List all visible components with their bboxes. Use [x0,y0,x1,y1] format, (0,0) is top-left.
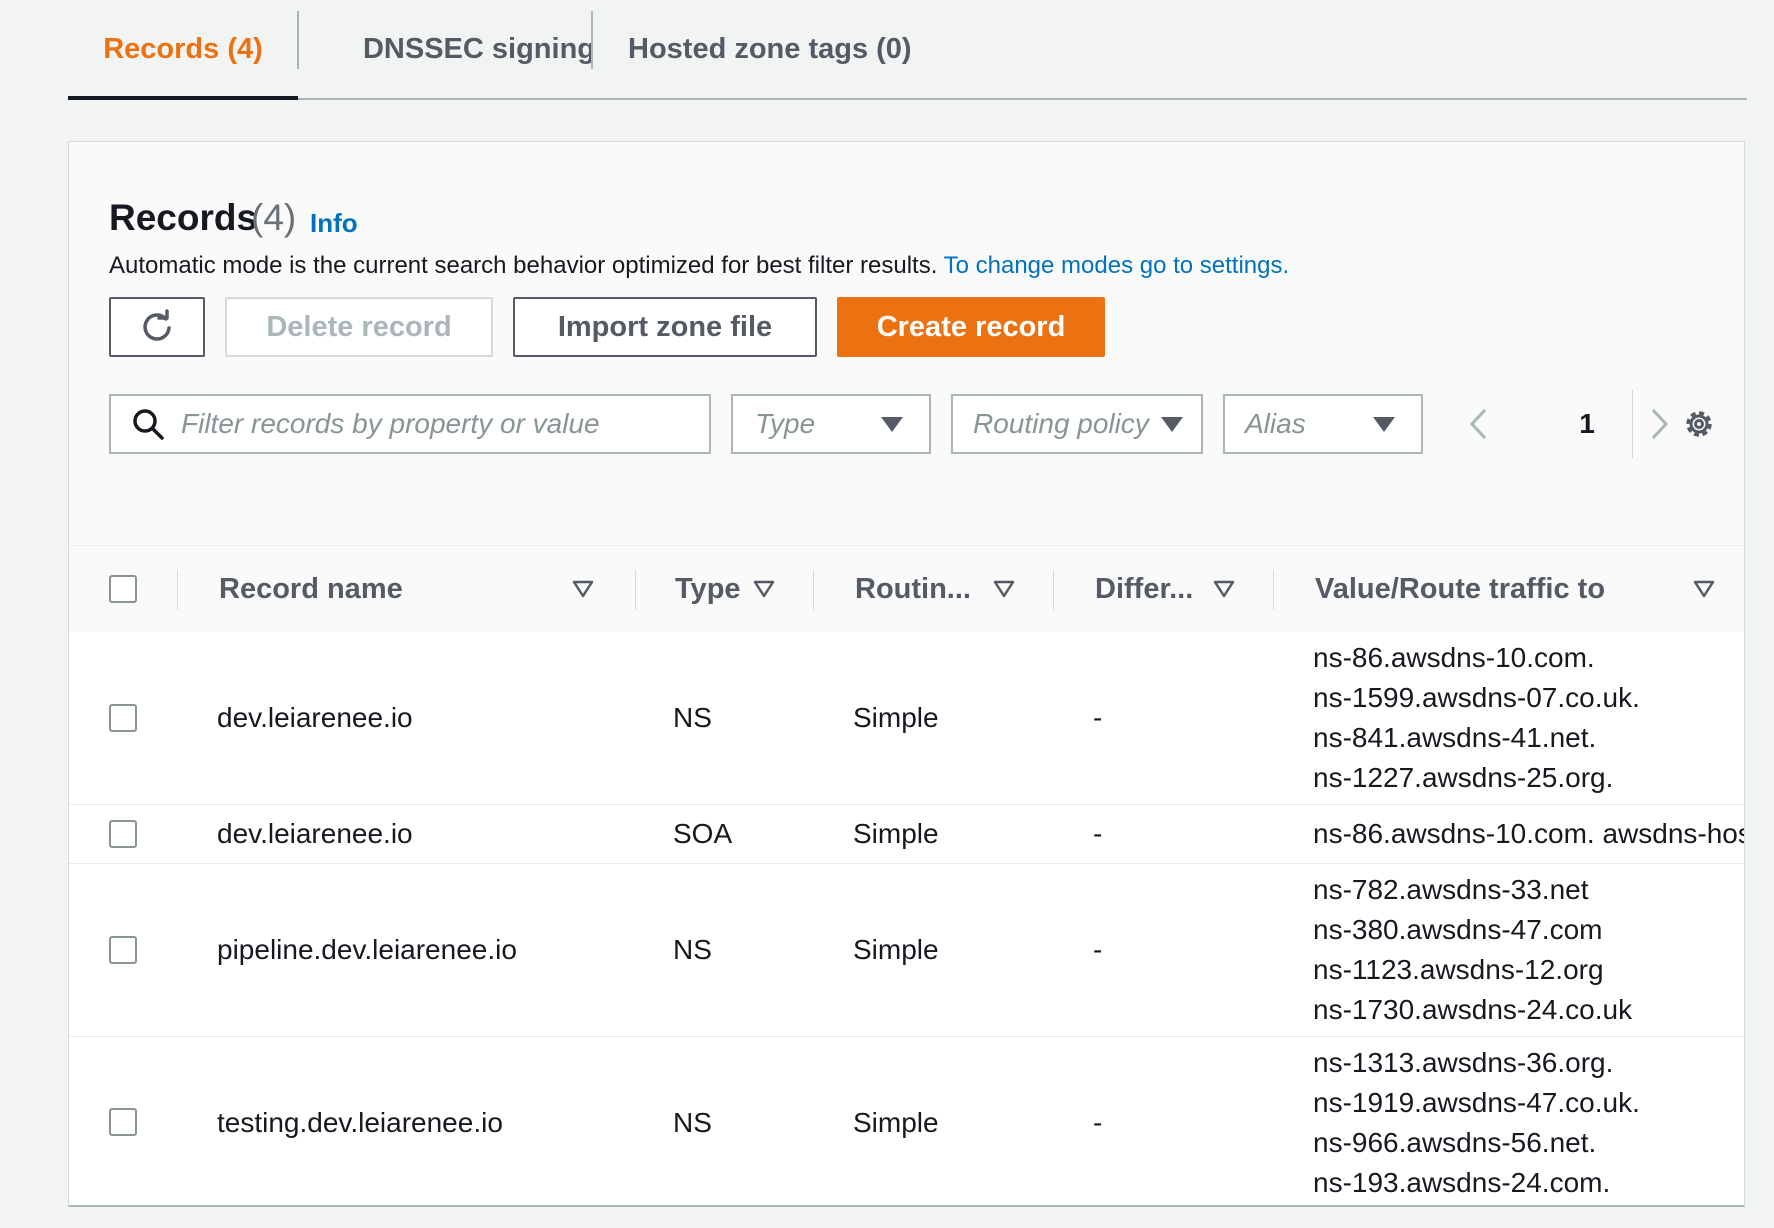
info-link[interactable]: Info [310,208,358,239]
record-name[interactable]: testing.dev.leiarenee.io [217,1037,503,1205]
page-title: Records [109,197,258,238]
differentiator: - [1093,1106,1103,1138]
record-type: NS [673,702,712,733]
tab-records[interactable]: Records (4) [68,0,298,100]
column-header-record-name[interactable]: Record name [219,546,403,632]
row-checkbox[interactable] [109,820,137,848]
search-mode-description: Automatic mode is the current search beh… [109,252,1289,280]
column-header-type[interactable]: Type [675,546,741,632]
routing-policy: Simple [853,934,939,965]
record-value: ns-380.awsdns-47.com [1313,914,1603,945]
sort-icon[interactable] [1213,579,1235,599]
column-header-differentiator[interactable]: Differ... [1095,546,1193,632]
record-type: NS [673,934,712,965]
records-count: (4) [251,197,297,238]
current-page-number[interactable]: 1 [1569,394,1605,454]
routing-policy: Simple [853,818,939,849]
tab-hosted-zone-tags[interactable]: Hosted zone tags (0) [628,0,968,98]
caret-down-icon [1373,417,1395,432]
import-zone-file-button[interactable]: Import zone file [513,297,817,357]
record-value: ns-1123.awsdns-12.org [1313,954,1604,985]
delete-record-button[interactable]: Delete record [225,297,493,357]
gear-icon [1686,411,1712,437]
routing-policy-filter-select[interactable]: Routing policy [951,394,1203,454]
sort-icon[interactable] [572,579,594,599]
column-divider [1273,570,1274,610]
record-name[interactable]: pipeline.dev.leiarenee.io [217,864,517,1036]
previous-page-button[interactable] [1453,394,1503,454]
select-all-checkbox[interactable] [109,575,137,603]
record-value: ns-1313.awsdns-36.org. [1313,1046,1614,1078]
record-value: ns-1730.awsdns-24.co.uk [1313,994,1633,1025]
tab-bar: Records (4) DNSSEC signing Hosted zone t… [68,0,1747,100]
record-value: ns-1599.awsdns-07.co.uk. [1313,682,1640,713]
row-checkbox[interactable] [109,1108,137,1136]
record-values: ns-86.awsdns-10.com. ns-1599.awsdns-07.c… [1313,632,1640,804]
record-value: ns-841.awsdns-41.net. [1313,722,1597,753]
chevron-left-icon [1469,408,1487,440]
column-divider [177,570,178,610]
column-divider [813,570,814,610]
search-icon [133,409,164,440]
record-value: ns-782.awsdns-33.net [1313,874,1589,905]
record-type: SOA [673,818,733,849]
routing-policy: Simple [853,702,939,733]
record-name[interactable]: dev.leiarenee.io [217,632,413,804]
caret-down-icon [1161,417,1183,432]
routing-filter-placeholder: Routing policy [973,408,1149,439]
record-values: ns-86.awsdns-10.com. awsdns-hostmaster.a… [1313,805,1744,863]
table-row[interactable]: pipeline.dev.leiarenee.io NS Simple - ns… [69,864,1744,1037]
settings-button[interactable] [1669,394,1729,454]
record-value: ns-86.awsdns-10.com. [1313,642,1595,673]
settings-link[interactable]: To change modes go to settings. [944,252,1290,279]
filter-placeholder: Filter records by property or value [181,408,600,439]
table-row[interactable]: dev.leiarenee.io NS Simple - ns-86.awsdn… [69,632,1744,805]
refresh-button[interactable] [109,297,205,357]
column-divider [1053,570,1054,610]
type-filter-placeholder: Type [755,408,816,439]
table-header: Record name Type Routin... Differ... Val… [69,545,1744,633]
column-header-value[interactable]: Value/Route traffic to [1315,546,1605,632]
differentiator: - [1093,934,1103,965]
chevron-right-icon [1651,408,1669,440]
record-value: ns-1227.awsdns-25.org. [1313,762,1614,793]
alias-filter-placeholder: Alias [1245,408,1306,439]
filter-records-input[interactable]: Filter records by property or value [109,394,711,454]
record-value: ns-193.awsdns-24.com. [1313,1166,1611,1198]
record-values: ns-782.awsdns-33.net ns-380.awsdns-47.co… [1313,864,1632,1036]
tab-dnssec-signing[interactable]: DNSSEC signing [299,0,659,98]
sort-icon[interactable] [753,579,775,599]
table-row[interactable]: testing.dev.leiarenee.io NS Simple - ns-… [69,1037,1744,1205]
caret-down-icon [881,417,903,432]
sort-icon[interactable] [993,579,1015,599]
row-checkbox[interactable] [109,936,137,964]
pagination-divider [1632,390,1633,458]
sort-icon[interactable] [1693,579,1715,599]
record-value: ns-86.awsdns-10.com. awsdns-hostmaster.a… [1313,818,1744,849]
table-row[interactable]: dev.leiarenee.io SOA Simple - ns-86.awsd… [69,805,1744,864]
record-type: NS [673,1106,712,1138]
column-divider [635,570,636,610]
column-header-routing-policy[interactable]: Routin... [855,546,971,632]
record-value: ns-1919.awsdns-47.co.uk. [1313,1086,1640,1118]
tab-divider [591,11,593,69]
type-filter-select[interactable]: Type [731,394,931,454]
record-value: ns-966.awsdns-56.net. [1313,1126,1597,1158]
record-name[interactable]: dev.leiarenee.io [217,805,413,863]
differentiator: - [1093,818,1103,849]
alias-filter-select[interactable]: Alias [1223,394,1423,454]
row-checkbox[interactable] [109,704,137,732]
create-record-button[interactable]: Create record [837,297,1105,357]
record-values: ns-1313.awsdns-36.org. ns-1919.awsdns-47… [1313,1037,1640,1205]
routing-policy: Simple [853,1106,939,1138]
description-text: Automatic mode is the current search beh… [109,252,938,279]
records-panel: Records (4) Info Automatic mode is the c… [68,141,1745,1207]
refresh-icon [143,309,171,341]
differentiator: - [1093,702,1103,733]
